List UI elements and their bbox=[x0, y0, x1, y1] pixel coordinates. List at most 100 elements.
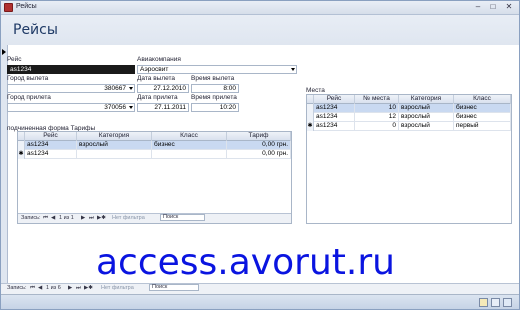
vremya-vyleta-value: 8:00 bbox=[223, 85, 236, 92]
next-record-icon[interactable]: ▶ bbox=[81, 214, 85, 223]
row-selector[interactable] bbox=[18, 141, 25, 150]
data-vyleta-field[interactable]: 27.12.2010 bbox=[137, 84, 189, 93]
vremya-vyleta-field[interactable]: 8:00 bbox=[191, 84, 239, 93]
data-vyleta-value: 27.12.2010 bbox=[153, 85, 186, 92]
search-input[interactable]: Поиск bbox=[149, 284, 199, 291]
first-record-icon[interactable]: ⏮ bbox=[30, 284, 35, 293]
column-header[interactable]: Категория bbox=[399, 95, 454, 104]
chevron-down-icon[interactable] bbox=[291, 68, 295, 71]
gorod-prileta-label: Город прилета bbox=[7, 94, 51, 101]
table-cell[interactable]: первый bbox=[454, 122, 511, 131]
table-cell[interactable]: as1234 bbox=[314, 122, 355, 131]
gorod-vyleta-combo[interactable]: 380667 bbox=[7, 84, 135, 93]
table-row[interactable]: as1234 взрослый бизнес 0,00 грн. bbox=[18, 141, 291, 150]
table-cell[interactable]: взрослый bbox=[77, 141, 152, 150]
new-record-nav-icon[interactable]: ▶✱ bbox=[97, 214, 106, 223]
design-view-icon[interactable] bbox=[503, 298, 512, 307]
filter-status[interactable]: Нет фильтра bbox=[112, 214, 145, 223]
search-input[interactable]: Поиск bbox=[160, 214, 205, 221]
column-header[interactable]: Класс bbox=[152, 132, 227, 141]
table-cell[interactable]: as1234 bbox=[314, 104, 355, 113]
subform-navigation: Запись: ⏮ ◀ 1 из 1 ▶ ⏭ ▶✱ Нет фильтра По… bbox=[18, 213, 291, 223]
table-cell[interactable] bbox=[152, 150, 227, 159]
prev-record-icon[interactable]: ◀ bbox=[51, 214, 55, 223]
table-cell[interactable]: бизнес bbox=[454, 113, 511, 122]
page-title: Рейсы bbox=[13, 22, 58, 38]
records-label: Запись: bbox=[7, 285, 27, 291]
column-header[interactable]: Класс bbox=[454, 95, 511, 104]
subform-tarify: Рейс Категория Класс Тариф as1234 взросл… bbox=[17, 131, 292, 224]
data-prileta-value: 27.11.2011 bbox=[154, 104, 186, 111]
vremya-prileta-field[interactable]: 10:20 bbox=[191, 103, 239, 112]
maximize-icon[interactable]: □ bbox=[486, 2, 500, 13]
watermark-text: access.avorut.ru bbox=[96, 242, 395, 283]
subform-mesta: Рейс № места Категория Класс as1234 10 в… bbox=[306, 94, 512, 224]
reys-field[interactable]: as1234 bbox=[7, 65, 135, 74]
table-row-new[interactable]: ✱ as1234 0 взрослый первый bbox=[307, 122, 511, 131]
last-record-icon[interactable]: ⏭ bbox=[89, 214, 94, 223]
form-view-icon[interactable] bbox=[479, 298, 488, 307]
table-row[interactable]: as1234 10 взрослый бизнес bbox=[307, 104, 511, 113]
layout-view-icon[interactable] bbox=[491, 298, 500, 307]
form-icon bbox=[4, 3, 13, 12]
record-position[interactable]: 1 из 1 bbox=[59, 214, 74, 223]
gorod-prileta-value: 370056 bbox=[104, 104, 126, 111]
column-header[interactable]: Тариф bbox=[227, 132, 291, 141]
form-header: Рейсы bbox=[1, 15, 519, 45]
table-cell[interactable]: 0 bbox=[355, 122, 399, 131]
table-cell[interactable]: as1234 bbox=[25, 150, 77, 159]
close-icon[interactable]: ✕ bbox=[502, 2, 516, 13]
mesta-header: Рейс № места Категория Класс bbox=[307, 95, 511, 104]
select-all-cell[interactable] bbox=[307, 95, 314, 104]
table-cell[interactable]: 0,00 грн. bbox=[227, 141, 291, 150]
current-record-arrow-icon bbox=[2, 49, 6, 55]
table-cell[interactable]: взрослый bbox=[399, 113, 454, 122]
table-cell[interactable] bbox=[77, 150, 152, 159]
window-title: Рейсы bbox=[16, 3, 37, 10]
column-header[interactable]: Рейс bbox=[314, 95, 355, 104]
status-bar bbox=[1, 294, 519, 309]
new-record-nav-icon[interactable]: ▶✱ bbox=[84, 284, 93, 293]
table-cell[interactable]: as1234 bbox=[25, 141, 77, 150]
chevron-down-icon[interactable] bbox=[129, 106, 133, 109]
table-cell[interactable]: взрослый bbox=[399, 104, 454, 113]
gorod-vyleta-label: Город вылета bbox=[7, 75, 49, 82]
next-record-icon[interactable]: ▶ bbox=[68, 284, 72, 293]
column-header[interactable]: Рейс bbox=[25, 132, 77, 141]
table-cell[interactable]: бизнес bbox=[152, 141, 227, 150]
gorod-vyleta-value: 380667 bbox=[104, 85, 126, 92]
aviakompaniya-combo[interactable]: Аэросвит bbox=[137, 65, 297, 74]
row-selector[interactable] bbox=[307, 113, 314, 122]
table-cell[interactable]: 12 bbox=[355, 113, 399, 122]
aviakompaniya-value: Аэросвит bbox=[140, 66, 169, 73]
new-record-icon[interactable]: ✱ bbox=[307, 122, 314, 131]
column-header[interactable]: № места bbox=[355, 95, 399, 104]
data-vyleta-label: Дата вылета bbox=[137, 75, 176, 82]
table-cell[interactable]: as1234 bbox=[314, 113, 355, 122]
prev-record-icon[interactable]: ◀ bbox=[38, 284, 42, 293]
vremya-prileta-value: 10:20 bbox=[219, 104, 236, 111]
filter-status[interactable]: Нет фильтра bbox=[101, 284, 134, 293]
select-all-cell[interactable] bbox=[18, 132, 25, 141]
reys-value: as1234 bbox=[10, 66, 32, 73]
table-cell[interactable]: бизнес bbox=[454, 104, 511, 113]
table-cell[interactable]: 0,00 грн. bbox=[227, 150, 291, 159]
row-selector[interactable] bbox=[307, 104, 314, 113]
aviakompaniya-label: Авиакомпания bbox=[137, 56, 181, 63]
data-prileta-field[interactable]: 27.11.2011 bbox=[137, 103, 189, 112]
new-record-icon[interactable]: ✱ bbox=[18, 150, 25, 159]
column-header[interactable]: Категория bbox=[77, 132, 152, 141]
minimize-icon[interactable]: – bbox=[471, 2, 485, 13]
gorod-prileta-combo[interactable]: 370056 bbox=[7, 103, 135, 112]
chevron-down-icon[interactable] bbox=[129, 87, 133, 90]
records-label: Запись: bbox=[21, 215, 41, 221]
table-cell[interactable]: взрослый bbox=[399, 122, 454, 131]
first-record-icon[interactable]: ⏮ bbox=[43, 214, 48, 223]
reys-label: Рейс bbox=[7, 56, 22, 63]
table-row[interactable]: as1234 12 взрослый бизнес bbox=[307, 113, 511, 122]
table-row-new[interactable]: ✱ as1234 0,00 грн. bbox=[18, 150, 291, 159]
subform-header: Рейс Категория Класс Тариф bbox=[18, 132, 291, 141]
record-position[interactable]: 1 из 6 bbox=[46, 284, 61, 293]
table-cell[interactable]: 10 bbox=[355, 104, 399, 113]
last-record-icon[interactable]: ⏭ bbox=[76, 284, 81, 293]
